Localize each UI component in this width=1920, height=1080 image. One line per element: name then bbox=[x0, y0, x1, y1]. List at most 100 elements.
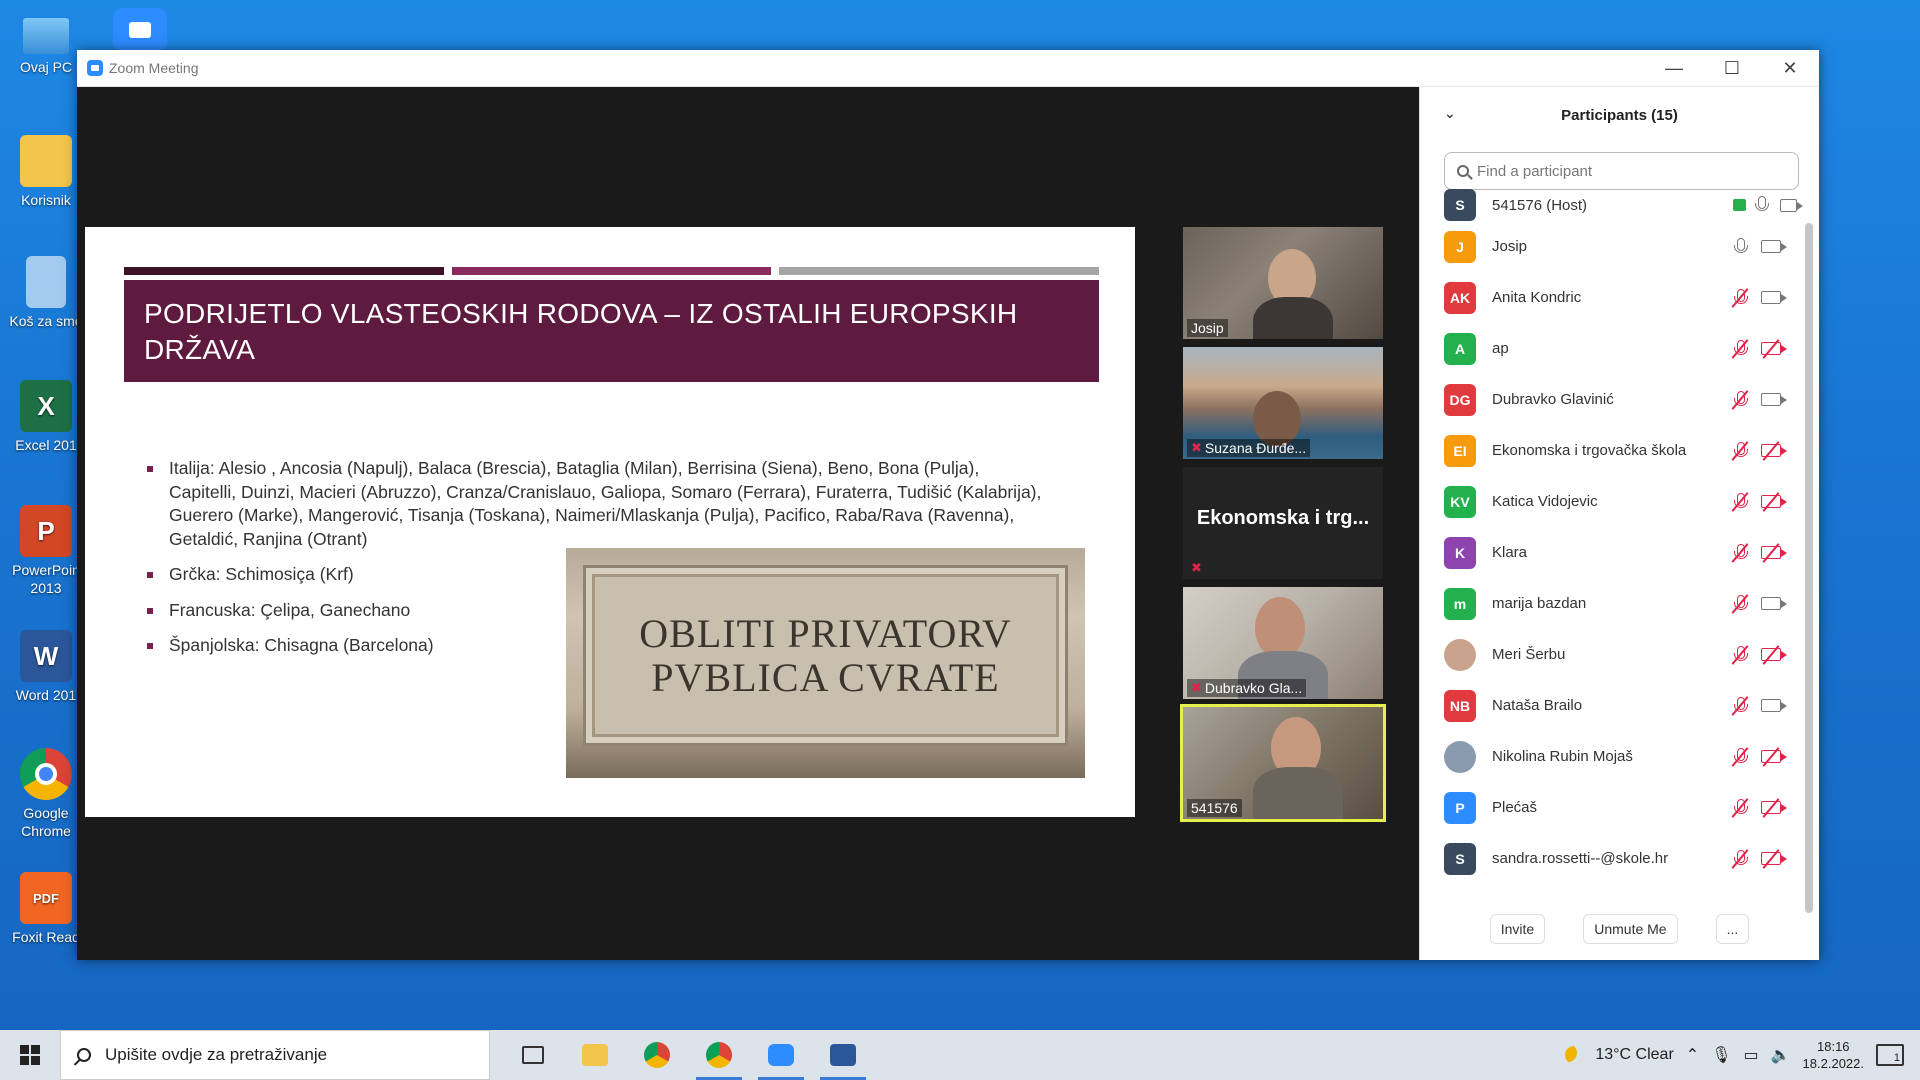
maximize-button[interactable]: ☐ bbox=[1703, 50, 1761, 86]
participant-status-icons bbox=[1731, 542, 1805, 563]
avatar: NB bbox=[1444, 689, 1476, 722]
chrome-profile-icon bbox=[706, 1042, 732, 1068]
clock-time: 18:16 bbox=[1817, 1039, 1850, 1054]
participant-row[interactable]: Meri Šerbu bbox=[1420, 629, 1805, 680]
participant-name: Josip bbox=[1492, 238, 1528, 255]
mic-muted-icon: ✖ bbox=[1191, 440, 1202, 455]
participant-video bbox=[1255, 597, 1305, 659]
folder-icon bbox=[582, 1044, 608, 1066]
volume-icon[interactable]: 🔈 bbox=[1771, 1045, 1791, 1065]
video-tile[interactable]: Josip bbox=[1183, 227, 1383, 339]
participant-row[interactable]: DG Dubravko Glavinić bbox=[1420, 374, 1805, 425]
camera-icon bbox=[1761, 291, 1787, 304]
weather-text[interactable]: 13°C Clear bbox=[1595, 1046, 1673, 1064]
participant-row[interactable]: J Josip bbox=[1420, 221, 1805, 272]
minimize-button[interactable]: — bbox=[1645, 50, 1703, 86]
participant-name: Meri Šerbu bbox=[1492, 646, 1566, 663]
mic-muted-icon bbox=[1731, 542, 1749, 563]
panel-header: ⌄ Participants (15) bbox=[1420, 87, 1819, 143]
participant-status-icons bbox=[1733, 237, 1805, 257]
video-tile[interactable]: ✖ Suzana Đurđe... bbox=[1183, 347, 1383, 459]
participant-row[interactable]: m marija bazdan bbox=[1420, 578, 1805, 629]
taskbar-file-explorer[interactable] bbox=[564, 1030, 626, 1080]
video-tile-name: ✖ Suzana Đurđe... bbox=[1187, 439, 1311, 457]
search-icon bbox=[1457, 165, 1469, 177]
chevron-down-icon[interactable]: ⌄ bbox=[1444, 105, 1456, 122]
task-view-button[interactable] bbox=[502, 1030, 564, 1080]
avatar: J bbox=[1444, 230, 1476, 263]
mic-muted-icon bbox=[1731, 746, 1749, 767]
avatar bbox=[1444, 638, 1476, 671]
chevron-up-icon[interactable]: ⌃ bbox=[1686, 1045, 1699, 1065]
start-button[interactable] bbox=[0, 1030, 60, 1080]
clock-date: 18.2.2022. bbox=[1802, 1056, 1864, 1071]
close-button[interactable]: ✕ bbox=[1761, 50, 1819, 86]
participant-row[interactable]: AK Anita Kondric bbox=[1420, 272, 1805, 323]
notifications-icon[interactable]: 1 bbox=[1876, 1044, 1904, 1066]
video-tile[interactable]: ✖ Dubravko Gla... bbox=[1183, 587, 1383, 699]
taskbar-chrome[interactable] bbox=[626, 1030, 688, 1080]
participant-status-icons bbox=[1731, 848, 1805, 869]
taskbar-search-box[interactable]: Upišite ovdje za pretraživanje bbox=[60, 1030, 490, 1080]
participant-row[interactable]: Aap bbox=[1420, 323, 1805, 374]
stone-inscription-image: OBLITI PRIVATORV PVBLICA CVRATE bbox=[566, 548, 1085, 778]
participant-row[interactable]: EI Ekonomska i trgovačka škola bbox=[1420, 425, 1805, 476]
inscription-line: PVBLICA CVRATE bbox=[651, 654, 1000, 700]
foxit-pdf-icon: PDF bbox=[20, 872, 72, 924]
avatar: K bbox=[1444, 536, 1476, 569]
participant-row[interactable]: KV Katica Vidojevic bbox=[1420, 476, 1805, 527]
taskbar-chrome-profile[interactable] bbox=[688, 1030, 750, 1080]
weather-moon-icon[interactable] bbox=[1565, 1046, 1584, 1064]
inscription-line: OBLITI PRIVATORV bbox=[639, 610, 1012, 656]
participant-list-scrollbar[interactable] bbox=[1805, 223, 1813, 913]
participant-row[interactable]: Nikolina Rubin Mojaš bbox=[1420, 731, 1805, 782]
window-titlebar[interactable]: Zoom Meeting — ☐ ✕ bbox=[77, 50, 1819, 87]
video-tile-name: Josip bbox=[1187, 319, 1228, 337]
participant-name: Nikolina Rubin Mojaš bbox=[1492, 748, 1633, 765]
user-folder-icon bbox=[20, 135, 72, 187]
video-tile-label: 541576 bbox=[1191, 800, 1238, 816]
participant-list: S 541576 (Host) J Josip AK Anita Kondric Aap DG… bbox=[1420, 189, 1805, 884]
video-tile-label: Dubravko Gla... bbox=[1204, 680, 1303, 696]
participant-name: sandra.rossetti--@skole.hr bbox=[1492, 850, 1669, 867]
camera-off-icon bbox=[1761, 492, 1787, 512]
camera-off-icon bbox=[1761, 645, 1787, 665]
camera-off-icon bbox=[1761, 798, 1787, 818]
video-tile-active-speaker[interactable]: 541576 bbox=[1180, 704, 1386, 822]
participant-name: Klara bbox=[1492, 544, 1528, 561]
participants-panel: ⌄ Participants (15) Find a participant S… bbox=[1419, 87, 1819, 960]
camera-icon bbox=[1780, 198, 1803, 212]
video-tiles: Josip ✖ Suzana Đurđe... Ekonomska i trg..… bbox=[1180, 227, 1386, 827]
participants-title: Participants (15) bbox=[1561, 106, 1678, 124]
taskbar-word[interactable] bbox=[812, 1030, 874, 1080]
video-tile[interactable]: Ekonomska i trg... ✖ bbox=[1183, 467, 1383, 579]
microphone-icon[interactable]: 🎙 bbox=[1711, 1045, 1731, 1065]
more-options-button[interactable]: ... bbox=[1715, 914, 1750, 944]
avatar bbox=[1444, 740, 1476, 773]
participant-row[interactable]: P Plećaš bbox=[1420, 782, 1805, 833]
participant-row[interactable]: K Klara bbox=[1420, 527, 1805, 578]
camera-icon bbox=[1761, 240, 1787, 253]
mic-muted-icon bbox=[1731, 695, 1749, 716]
camera-off-icon bbox=[1761, 543, 1787, 563]
zoom-app-icon bbox=[768, 1044, 794, 1066]
clock[interactable]: 18:16 18.2.2022. bbox=[1803, 1038, 1864, 1072]
system-tray: 13°C Clear ⌃ 🎙 ▭ 🔈 18:16 18.2.2022. 1 bbox=[1565, 1038, 1920, 1072]
participant-name: Katica Vidojevic bbox=[1492, 493, 1598, 510]
zoom-meeting-window: Zoom Meeting — ☐ ✕ PODRIJETLO VLASTEOSKI… bbox=[77, 50, 1819, 960]
avatar: m bbox=[1444, 587, 1476, 620]
invite-button[interactable]: Invite bbox=[1489, 914, 1546, 944]
chrome-icon bbox=[644, 1042, 670, 1068]
participant-search-input[interactable]: Find a participant bbox=[1444, 152, 1799, 190]
word-icon bbox=[830, 1044, 856, 1066]
video-tile-bigname: Ekonomska i trg... bbox=[1196, 507, 1370, 529]
battery-icon[interactable]: ▭ bbox=[1744, 1045, 1759, 1065]
video-tile-name: 541576 bbox=[1187, 799, 1242, 817]
taskbar-zoom[interactable] bbox=[750, 1030, 812, 1080]
unmute-me-button[interactable]: Unmute Me bbox=[1583, 914, 1678, 944]
desktop-icon-zoom[interactable] bbox=[110, 8, 170, 56]
participant-row[interactable]: NB Nataša Brailo bbox=[1420, 680, 1805, 731]
participant-row[interactable]: Ssandra.rossetti--@skole.hr bbox=[1420, 833, 1805, 884]
participant-row[interactable]: S 541576 (Host) bbox=[1420, 189, 1805, 221]
chrome-icon bbox=[20, 748, 72, 800]
